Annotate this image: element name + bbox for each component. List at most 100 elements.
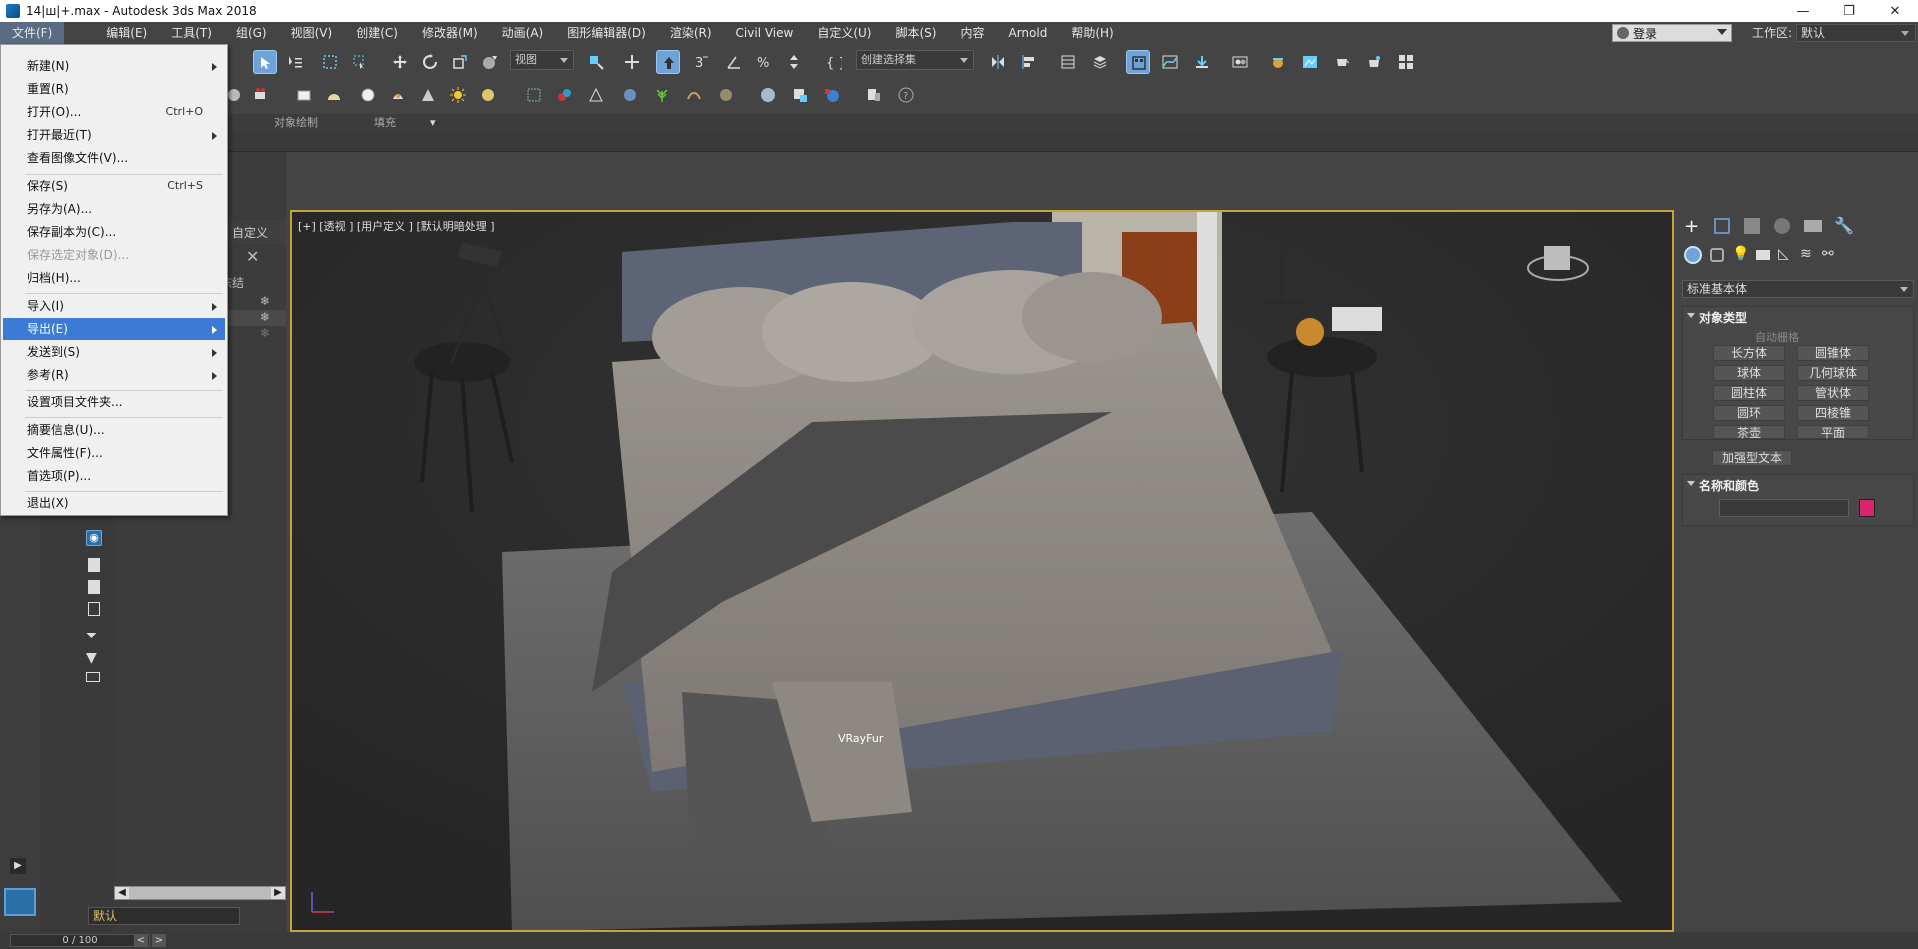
cone-button[interactable]: 圆锥体 — [1797, 345, 1869, 361]
menu-scripting[interactable]: 脚本(S) — [883, 22, 948, 44]
tube-button[interactable]: 管状体 — [1797, 385, 1869, 401]
menu-item-new[interactable]: 新建(N) — [3, 55, 225, 77]
perspective-viewport[interactable]: [+] [透视 ] [用户定义 ] [默认明暗处理 ] VRayFur — [290, 210, 1674, 932]
vray-copy-icon[interactable] — [862, 83, 886, 107]
vray-dome-icon[interactable] — [322, 83, 346, 107]
menu-item-open[interactable]: 打开(O)... Ctrl+O — [3, 101, 225, 123]
close-button[interactable]: ✕ — [1872, 0, 1918, 22]
menu-file[interactable]: 文件(F) — [0, 22, 65, 44]
scroll-right-icon[interactable]: ▶ — [271, 887, 285, 899]
primitive-category-dropdown[interactable]: 标准基本体 — [1682, 280, 1914, 298]
expand-panel-button[interactable]: ▶ — [10, 858, 26, 874]
modify-tab-icon[interactable] — [1714, 218, 1730, 234]
name-color-title[interactable]: 名称和颜色 — [1699, 477, 1759, 494]
vray-ambient-light-icon[interactable] — [476, 83, 500, 107]
lights-icon[interactable]: 💡 — [1732, 246, 1749, 262]
rect-region-icon[interactable] — [318, 50, 342, 74]
collapse-icon[interactable] — [1687, 313, 1695, 318]
place-icon[interactable] — [478, 50, 502, 74]
vray-sun-icon[interactable] — [446, 83, 470, 107]
menu-item-save-copy[interactable]: 保存副本为(C)... — [3, 221, 225, 243]
angle-snap-icon[interactable] — [722, 50, 746, 74]
menu-views[interactable]: 视图(V) — [279, 22, 345, 44]
menu-rendering[interactable]: 渲染(R) — [658, 22, 724, 44]
cameras-icon[interactable] — [1756, 250, 1770, 260]
page-icon[interactable] — [88, 580, 100, 594]
customize-label[interactable]: 自定义 — [232, 224, 268, 241]
menu-item-send-to[interactable]: 发送到(S) — [3, 341, 225, 363]
teapot-button[interactable]: 茶壶 — [1713, 425, 1785, 440]
menu-item-view-image[interactable]: 查看图像文件(V)... — [3, 147, 225, 169]
vray-proxy-icon[interactable] — [522, 83, 546, 107]
scale-icon[interactable] — [448, 50, 472, 74]
menu-item-open-recent[interactable]: 打开最近(T) — [3, 124, 225, 146]
tab-populate[interactable]: 填充 — [374, 114, 396, 132]
vray-plant-icon[interactable] — [650, 83, 674, 107]
pyramid-button[interactable]: 四棱锥 — [1797, 405, 1869, 421]
layer-dropdown[interactable]: 默认 — [88, 907, 240, 925]
render-grid-icon[interactable] — [1394, 50, 1418, 74]
rotate-icon[interactable] — [418, 50, 442, 74]
help-icon[interactable]: ? — [894, 83, 918, 107]
window-crossing-icon[interactable] — [348, 50, 372, 74]
vray-sphere-light-icon[interactable] — [356, 83, 380, 107]
menu-help[interactable]: 帮助(H) — [1059, 22, 1125, 44]
schematic-view-icon[interactable] — [1190, 50, 1214, 74]
cylinder-button[interactable]: 圆柱体 — [1713, 385, 1785, 401]
named-selection-combo[interactable]: 创建选择集 — [856, 50, 974, 70]
helpers-icon[interactable]: ◺ — [1778, 246, 1789, 262]
menu-customize[interactable]: 自定义(U) — [805, 22, 883, 44]
render-iterative-icon[interactable] — [1362, 50, 1386, 74]
collapse-icon[interactable] — [1687, 481, 1695, 486]
menu-item-reference[interactable]: 参考(R) — [3, 364, 225, 386]
snaps-toggle-icon[interactable]: 3 — [690, 50, 714, 74]
freeze-icon[interactable]: ❄ — [260, 326, 270, 340]
motion-tab-icon[interactable] — [1774, 218, 1790, 234]
vray-hair-icon[interactable] — [682, 83, 706, 107]
geosphere-button[interactable]: 几何球体 — [1797, 365, 1869, 381]
display-tab-icon[interactable] — [1804, 220, 1822, 232]
horizontal-scrollbar[interactable]: ◀ ▶ — [114, 886, 286, 900]
keyboard-shortcut-override-icon[interactable] — [656, 50, 680, 74]
systems-icon[interactable]: ⚯ — [1822, 246, 1834, 262]
layer-explorer-icon[interactable] — [1088, 50, 1112, 74]
list-item[interactable]: ❄ — [220, 310, 286, 326]
menu-arnold[interactable]: Arnold — [996, 22, 1059, 44]
box-icon[interactable] — [86, 672, 100, 682]
select-object-tool[interactable] — [253, 50, 277, 74]
menu-group[interactable]: 组(G) — [224, 22, 279, 44]
mirror-icon[interactable] — [986, 50, 1010, 74]
minimize-button[interactable]: — — [1780, 0, 1826, 22]
filter-icon[interactable]: ▼ — [86, 650, 102, 666]
autogrid-checkbox[interactable]: 自动栅格 — [1755, 329, 1799, 345]
percent-snap-icon[interactable]: % — [752, 50, 776, 74]
scroll-left-icon[interactable]: ◀ — [115, 887, 129, 899]
list-item[interactable]: ❄ — [220, 294, 286, 310]
menu-item-reset[interactable]: 重置(R) — [3, 78, 225, 100]
tab-object-paint[interactable]: 对象绘制 — [274, 114, 318, 132]
workspace-select[interactable]: 默认 — [1796, 24, 1916, 42]
rendered-frame-window-icon[interactable] — [1298, 50, 1322, 74]
menu-item-archive[interactable]: 归档(H)... — [3, 267, 225, 289]
menu-civil-view[interactable]: Civil View — [724, 22, 806, 44]
menu-item-preferences[interactable]: 首选项(P)... — [3, 465, 225, 487]
box-button[interactable]: 长方体 — [1713, 345, 1785, 361]
menu-edit[interactable]: 编辑(E) — [94, 22, 159, 44]
torus-button[interactable]: 圆环 — [1713, 405, 1785, 421]
freeze-icon[interactable]: ❄ — [260, 294, 270, 308]
scene-explorer-icon[interactable] — [1056, 50, 1080, 74]
properties-icon[interactable] — [88, 602, 100, 616]
prev-frame-button[interactable]: < — [134, 934, 148, 947]
freeze-icon[interactable]: ❄ — [260, 310, 270, 324]
login-dropdown[interactable]: 登录 — [1612, 24, 1732, 42]
frame-counter[interactable]: 0 / 100 — [10, 934, 150, 947]
menu-item-exit[interactable]: 退出(X) — [3, 492, 225, 514]
material-editor-icon[interactable] — [1228, 50, 1252, 74]
object-name-input[interactable] — [1719, 499, 1849, 517]
close-icon[interactable]: ✕ — [246, 247, 259, 266]
vray-clipper-icon[interactable] — [714, 83, 738, 107]
vray-physical-camera-icon[interactable] — [584, 83, 608, 107]
vray-fur-icon[interactable] — [552, 83, 576, 107]
reference-coordinate-combo[interactable]: 视图 — [510, 50, 574, 70]
menu-item-import[interactable]: 导入(I) — [3, 295, 225, 317]
